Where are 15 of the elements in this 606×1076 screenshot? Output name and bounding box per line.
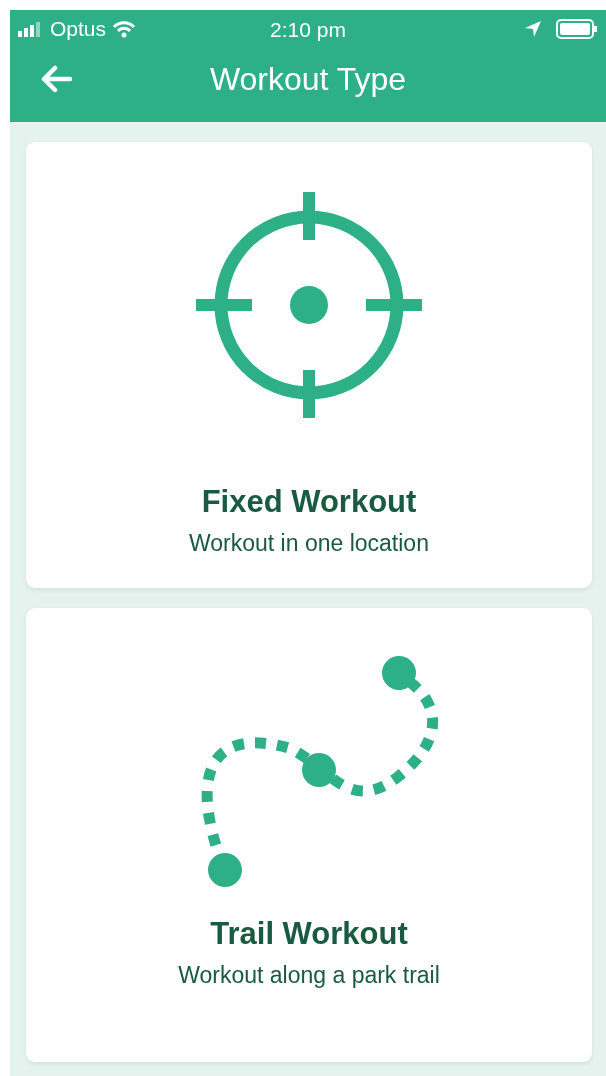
back-button[interactable] [40,65,72,93]
card-subtitle: Workout in one location [189,530,429,557]
location-arrow-icon [524,20,542,38]
card-title: Trail Workout [210,916,408,952]
battery-icon [556,19,598,39]
status-time: 2:10 pm [270,18,346,42]
card-title: Fixed Workout [201,484,417,520]
carrier-name: Optus [50,17,107,41]
card-subtitle: Workout along a park trail [178,962,440,989]
wifi-icon [112,20,137,38]
back-arrow-icon [40,65,72,93]
crosshair-icon [194,190,424,420]
workout-type-card[interactable]: Trail Workout Workout along a park trail [26,608,592,1062]
workout-type-card[interactable]: Fixed Workout Workout in one location [26,142,592,588]
screen-title: Workout Type [209,60,407,98]
